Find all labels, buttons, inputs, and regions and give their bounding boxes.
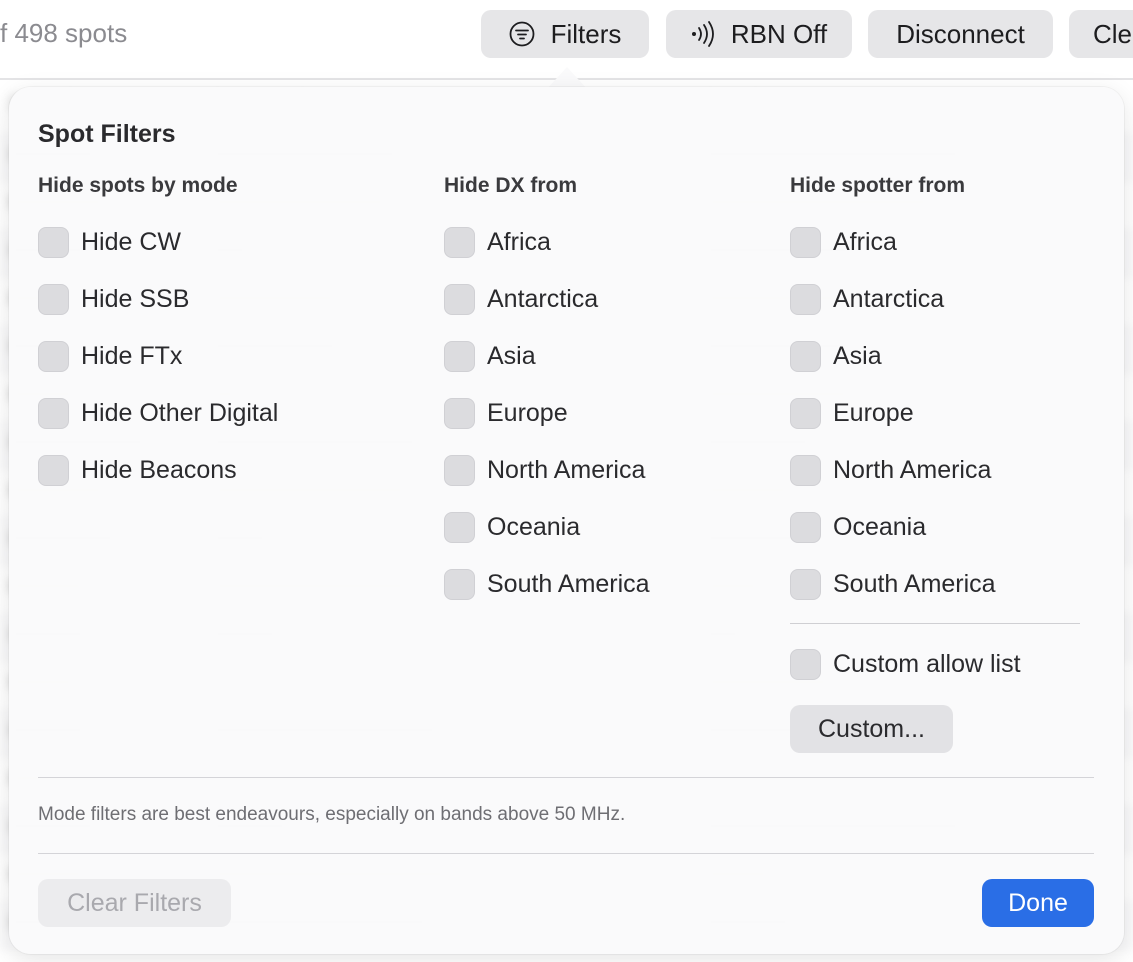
signal-waves-icon xyxy=(691,20,715,48)
spotter-divider xyxy=(790,623,1080,624)
checkbox-box[interactable] xyxy=(790,569,821,600)
checkbox-box[interactable] xyxy=(444,569,475,600)
custom-allow-list-checkbox[interactable]: Custom allow list xyxy=(790,636,1021,693)
checkbox-label: Hide SSB xyxy=(81,285,190,313)
done-button[interactable]: Done xyxy=(982,879,1094,927)
checkbox-box[interactable] xyxy=(444,227,475,258)
spotter-antarctica-checkbox[interactable]: Antarctica xyxy=(790,271,1082,328)
spotter-column-title: Hide spotter from xyxy=(790,174,966,197)
filter-lines-icon xyxy=(509,21,535,47)
spotter-europe-checkbox[interactable]: Europe xyxy=(790,385,1082,442)
clear-filters-button[interactable]: Clear Filters xyxy=(38,879,231,927)
app-window: f 498 spots Filters RBN Off Disconnect C… xyxy=(0,0,1133,962)
clear-button[interactable]: Cle xyxy=(1069,10,1133,58)
checkbox-label: Oceania xyxy=(487,513,581,541)
dx-south-america-checkbox[interactable]: South America xyxy=(444,556,774,613)
hide-beacons-checkbox[interactable]: Hide Beacons xyxy=(38,442,418,499)
mode-column-title: Hide spots by mode xyxy=(38,174,238,197)
checkbox-label: Antarctica xyxy=(487,285,599,313)
checkbox-label: Europe xyxy=(833,399,914,427)
checkbox-box[interactable] xyxy=(444,398,475,429)
checkbox-box[interactable] xyxy=(444,341,475,372)
spotter-africa-checkbox[interactable]: Africa xyxy=(790,214,1082,271)
spotter-north-america-checkbox[interactable]: North America xyxy=(790,442,1082,499)
checkbox-label: Africa xyxy=(487,228,551,256)
checkbox-box[interactable] xyxy=(790,227,821,258)
disconnect-button[interactable]: Disconnect xyxy=(868,10,1053,58)
dx-column-title: Hide DX from xyxy=(444,174,578,197)
dx-africa-checkbox[interactable]: Africa xyxy=(444,214,774,271)
spotter-continent-column: Hide spotter from Africa Antarctica Asia… xyxy=(790,174,1082,613)
dx-antarctica-checkbox[interactable]: Antarctica xyxy=(444,271,774,328)
checkbox-label: South America xyxy=(487,570,650,598)
checkbox-label: Asia xyxy=(833,342,882,370)
checkbox-label: Hide CW xyxy=(81,228,182,256)
checkbox-box[interactable] xyxy=(38,398,69,429)
checkbox-box[interactable] xyxy=(790,649,821,680)
checkbox-box[interactable] xyxy=(38,341,69,372)
custom-list-button[interactable]: Custom... xyxy=(790,705,953,753)
checkbox-box[interactable] xyxy=(38,455,69,486)
checkbox-label: North America xyxy=(833,456,992,484)
popover-title: Spot Filters xyxy=(38,120,176,148)
hide-ssb-checkbox[interactable]: Hide SSB xyxy=(38,271,418,328)
spotter-asia-checkbox[interactable]: Asia xyxy=(790,328,1082,385)
checkbox-box[interactable] xyxy=(790,341,821,372)
spot-count-label: f 498 spots xyxy=(0,18,128,48)
mode-filter-column: Hide spots by mode Hide CW Hide SSB Hide… xyxy=(38,174,418,499)
checkbox-label: Hide FTx xyxy=(81,342,183,370)
checkbox-box[interactable] xyxy=(790,512,821,543)
dx-asia-checkbox[interactable]: Asia xyxy=(444,328,774,385)
filters-button[interactable]: Filters xyxy=(481,10,649,58)
spot-filters-popover: Spot Filters Hide spots by mode Hide CW … xyxy=(9,87,1124,954)
spotter-south-america-checkbox[interactable]: South America xyxy=(790,556,1082,613)
checkbox-box[interactable] xyxy=(790,284,821,315)
checkbox-label: Hide Other Digital xyxy=(81,399,279,427)
mode-filter-footnote: Mode filters are best endeavours, especi… xyxy=(38,804,626,825)
spotter-oceania-checkbox[interactable]: Oceania xyxy=(790,499,1082,556)
checkbox-label: Europe xyxy=(487,399,568,427)
checkbox-label: Oceania xyxy=(833,513,927,541)
checkbox-box[interactable] xyxy=(38,227,69,258)
footer-divider-bottom xyxy=(38,853,1094,854)
dx-continent-column: Hide DX from Africa Antarctica Asia Euro… xyxy=(444,174,774,613)
checkbox-box[interactable] xyxy=(38,284,69,315)
rbn-toggle-button[interactable]: RBN Off xyxy=(666,10,852,58)
dx-europe-checkbox[interactable]: Europe xyxy=(444,385,774,442)
checkbox-label: Africa xyxy=(833,228,897,256)
checkbox-box[interactable] xyxy=(444,512,475,543)
checkbox-label: Antarctica xyxy=(833,285,945,313)
checkbox-label: South America xyxy=(833,570,996,598)
checkbox-box[interactable] xyxy=(444,455,475,486)
dx-oceania-checkbox[interactable]: Oceania xyxy=(444,499,774,556)
dx-north-america-checkbox[interactable]: North America xyxy=(444,442,774,499)
checkbox-box[interactable] xyxy=(790,398,821,429)
checkbox-label: Asia xyxy=(487,342,536,370)
hide-ftx-checkbox[interactable]: Hide FTx xyxy=(38,328,418,385)
checkbox-label: Custom allow list xyxy=(833,650,1021,678)
hide-cw-checkbox[interactable]: Hide CW xyxy=(38,214,418,271)
checkbox-label: Hide Beacons xyxy=(81,456,237,484)
footer-divider-top xyxy=(38,777,1094,778)
checkbox-box[interactable] xyxy=(444,284,475,315)
checkbox-label: North America xyxy=(487,456,646,484)
hide-other-digital-checkbox[interactable]: Hide Other Digital xyxy=(38,385,418,442)
rbn-button-label: RBN Off xyxy=(730,18,828,49)
checkbox-box[interactable] xyxy=(790,455,821,486)
filters-button-label: Filters xyxy=(550,18,622,49)
